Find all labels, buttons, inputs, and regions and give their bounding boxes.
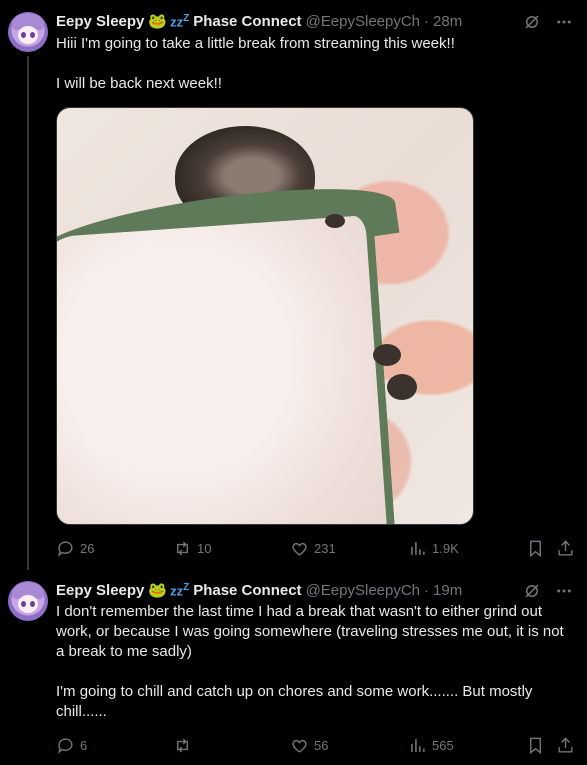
share-icon (556, 539, 575, 558)
display-name[interactable]: Eepy Sleepy (56, 582, 144, 599)
grok-icon[interactable] (523, 582, 541, 600)
like-icon (290, 736, 309, 755)
handle[interactable]: @EepySleepyCh (306, 582, 420, 599)
repost-button[interactable]: 10 (173, 537, 211, 559)
repost-button[interactable] (173, 734, 197, 756)
sleep-zz: zzZ (170, 581, 190, 599)
reply-icon (56, 539, 75, 558)
tweet-text: Hiii I'm going to take a little break fr… (56, 35, 455, 92)
more-icon[interactable] (555, 13, 573, 31)
tweet-1[interactable]: Eepy Sleepy 🐸 zzZ Phase Connect @EepySle… (0, 0, 587, 570)
tweet-2[interactable]: Eepy Sleepy 🐸 zzZ Phase Connect @EepySle… (0, 570, 587, 765)
tweet-header: Eepy Sleepy 🐸 zzZ Phase Connect @EepySle… (56, 579, 462, 601)
reply-count: 26 (80, 540, 95, 556)
like-count: 56 (314, 737, 329, 753)
bookmark-button[interactable] (526, 537, 545, 559)
tweet-header: Eepy Sleepy 🐸 zzZ Phase Connect @EepySle… (56, 10, 462, 32)
tweet-actions: 6 56 565 (56, 734, 574, 756)
bookmark-icon (526, 539, 545, 558)
views-count: 565 (432, 737, 454, 753)
frog-emoji: 🐸 (148, 582, 168, 599)
repost-icon (173, 736, 192, 755)
tweet-top-icons (523, 580, 573, 602)
bookmark-icon (526, 736, 545, 755)
display-name[interactable]: Eepy Sleepy (56, 13, 144, 30)
thread-line (27, 56, 29, 570)
org-name[interactable]: Phase Connect (193, 582, 301, 599)
avatar[interactable] (8, 581, 48, 621)
bookmark-button[interactable] (526, 734, 545, 756)
reply-button[interactable]: 26 (56, 537, 94, 559)
views-button[interactable]: 1.9K (408, 537, 459, 559)
org-name[interactable]: Phase Connect (193, 13, 301, 30)
tweet-actions: 26 10 231 1.9K (56, 537, 574, 559)
reply-count: 6 (80, 737, 88, 753)
tweet-text: I don't remember the last time I had a b… (56, 603, 564, 720)
views-count: 1.9K (432, 540, 459, 556)
views-icon (408, 539, 427, 558)
tweet-image[interactable] (56, 107, 474, 525)
like-button[interactable]: 231 (290, 537, 336, 559)
like-icon (290, 539, 309, 558)
tweet-top-icons (523, 11, 573, 33)
reply-button[interactable]: 6 (56, 734, 87, 756)
separator-dot: · (424, 581, 430, 599)
timestamp[interactable]: 19m (433, 582, 462, 599)
handle[interactable]: @EepySleepyCh (306, 13, 420, 30)
share-button[interactable] (556, 734, 575, 756)
reply-icon (56, 736, 75, 755)
frog-emoji: 🐸 (148, 13, 168, 30)
share-button[interactable] (556, 537, 575, 559)
views-button[interactable]: 565 (408, 734, 454, 756)
timestamp[interactable]: 28m (433, 13, 462, 30)
repost-icon (173, 539, 192, 558)
more-icon[interactable] (555, 582, 573, 600)
like-count: 231 (314, 540, 336, 556)
views-icon (408, 736, 427, 755)
grok-icon[interactable] (523, 13, 541, 31)
repost-count: 10 (197, 540, 212, 556)
sleep-zz: zzZ (170, 12, 190, 30)
share-icon (556, 736, 575, 755)
like-button[interactable]: 56 (290, 734, 328, 756)
separator-dot: · (424, 12, 430, 30)
avatar[interactable] (8, 12, 48, 52)
